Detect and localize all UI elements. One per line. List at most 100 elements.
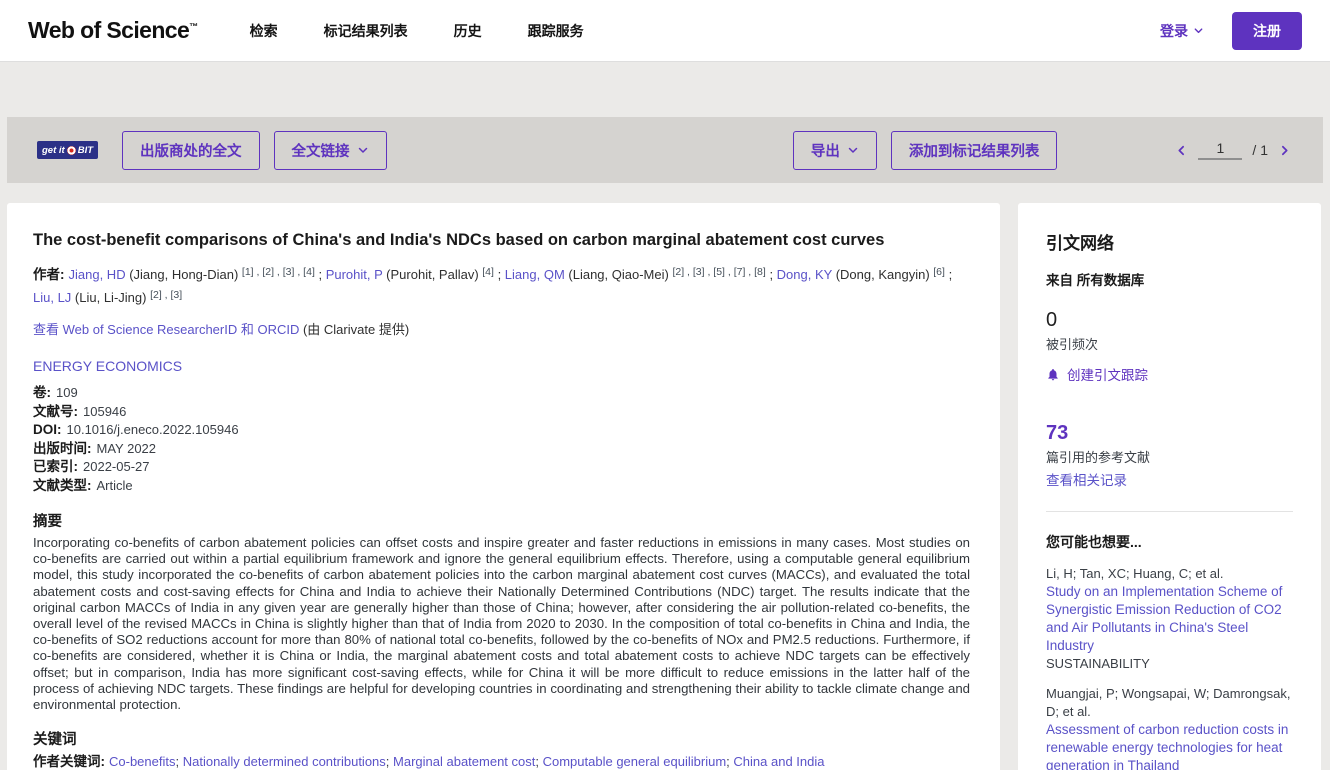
author-keyword-link[interactable]: Marginal abatement cost: [393, 754, 535, 769]
main-nav: 检索 标记结果列表 历史 跟踪服务: [250, 21, 584, 41]
suggestion-item: Li, H; Tan, XC; Huang, C; et al.Study on…: [1046, 565, 1293, 671]
author-link[interactable]: Purohit, P: [326, 267, 383, 282]
suggestion-title-link[interactable]: Assessment of carbon reduction costs in …: [1046, 721, 1293, 770]
previous-record-button[interactable]: [1175, 144, 1188, 157]
metadata-value: 2022-05-27: [83, 459, 150, 474]
full-text-links-button[interactable]: 全文链接: [274, 131, 387, 170]
nav-item-3[interactable]: 跟踪服务: [528, 21, 584, 41]
record-card: The cost-benefit comparisons of China's …: [7, 203, 1000, 770]
metadata-value: 10.1016/j.eneco.2022.105946: [67, 422, 239, 437]
nav-item-0[interactable]: 检索: [250, 21, 278, 41]
author-affiliation-sup: [6]: [933, 266, 945, 278]
metadata-label: 已索引:: [33, 459, 78, 474]
keywords-heading: 关键词: [33, 728, 970, 749]
add-to-marked-list-label: 添加到标记结果列表: [909, 140, 1040, 161]
citation-network-source: 来自 所有数据库: [1046, 269, 1293, 289]
add-to-marked-list-button[interactable]: 添加到标记结果列表: [891, 131, 1058, 170]
chevron-down-icon: [847, 144, 859, 156]
author-link[interactable]: Liu, LJ: [33, 290, 71, 305]
researcher-id-line: 查看 Web of Science ResearcherID 和 ORCID (…: [33, 319, 970, 338]
cited-references-count[interactable]: 73: [1046, 422, 1293, 445]
nav-item-1[interactable]: 标记结果列表: [324, 21, 408, 41]
metadata-label: 文献类型:: [33, 478, 92, 493]
suggestions-title: 您可能也想要...: [1046, 532, 1293, 552]
getit-prefix: get it: [42, 145, 65, 156]
create-citation-alert-link[interactable]: 创建引文跟踪: [1046, 364, 1293, 384]
article-title: The cost-benefit comparisons of China's …: [33, 231, 970, 250]
metadata-label: 文献号:: [33, 404, 78, 419]
author-affiliation-sup: [4]: [482, 266, 494, 278]
author-keywords-label: 作者关键词:: [33, 754, 105, 769]
nav-item-2[interactable]: 历史: [454, 21, 482, 41]
suggestion-authors: Muangjai, P; Wongsapai, W; Damrongsak, D…: [1046, 685, 1293, 721]
content-area: The cost-benefit comparisons of China's …: [7, 203, 1321, 770]
authors-label: 作者:: [33, 267, 65, 282]
keyword-separator: ;: [535, 754, 542, 769]
times-cited-count: 0: [1046, 309, 1293, 332]
metadata-row: 出版时间:MAY 2022: [33, 440, 970, 459]
cited-references-label: 篇引用的参考文献: [1046, 447, 1293, 466]
metadata-label: 出版时间:: [33, 441, 92, 456]
view-related-records-link[interactable]: 查看相关记录: [1046, 469, 1293, 489]
metadata-value: 105946: [83, 404, 126, 419]
bell-icon: [1046, 367, 1060, 382]
researcher-id-suffix: (由 Clarivate 提供): [303, 322, 409, 337]
getit-bit-badge[interactable]: get it BIT: [37, 141, 98, 159]
metadata-row: 文献号: 105946: [33, 403, 970, 422]
page-number-input[interactable]: [1198, 140, 1242, 160]
author-link[interactable]: Jiang, HD: [69, 267, 126, 282]
author-affiliation-sup: [1] , [2] , [3] , [4]: [242, 266, 315, 278]
trademark-symbol: ™: [189, 21, 197, 31]
suggestion-title-link[interactable]: Study on an Implementation Scheme of Syn…: [1046, 583, 1293, 655]
author-link[interactable]: Dong, KY: [777, 267, 832, 282]
getit-suffix: BIT: [78, 145, 93, 156]
toolbar-left: get it BIT 出版商处的全文 全文链接: [37, 131, 387, 170]
full-text-publisher-button[interactable]: 出版商处的全文: [122, 131, 260, 170]
author-keyword-link[interactable]: Co-benefits: [109, 754, 175, 769]
author-separator: ;: [494, 267, 505, 282]
author-separator: ;: [766, 267, 777, 282]
author-keyword-link[interactable]: Nationally determined contributions: [183, 754, 386, 769]
journal-link[interactable]: ENERGY ECONOMICS: [33, 358, 182, 374]
metadata-row: 文献类型:Article: [33, 477, 970, 496]
citation-network-card: 引文网络 来自 所有数据库 0 被引频次 创建引文跟踪 73 篇引用的参考文献 …: [1018, 203, 1321, 770]
author-keywords-list: Co-benefits; Nationally determined contr…: [109, 754, 824, 769]
top-header: Web of Science™ 检索 标记结果列表 历史 跟踪服务 登录 注册: [0, 0, 1330, 62]
chevron-left-icon: [1175, 144, 1188, 157]
metadata-row: DOI:10.1016/j.eneco.2022.105946: [33, 421, 970, 440]
author-keyword-link[interactable]: Computable general equilibrium: [543, 754, 727, 769]
keyword-separator: ;: [175, 754, 182, 769]
export-button[interactable]: 导出: [793, 131, 877, 170]
next-record-button[interactable]: [1278, 144, 1291, 157]
toolbar-right: 导出 添加到标记结果列表 / 1: [793, 131, 1293, 170]
author-fullname: (Purohit, Pallav): [383, 267, 483, 282]
author-link[interactable]: Liang, QM: [505, 267, 565, 282]
export-label: 导出: [811, 140, 840, 161]
suggestion-journal: SUSTAINABILITY: [1046, 656, 1293, 671]
author-separator: ;: [945, 267, 952, 282]
author-affiliation-sup: [2] , [3]: [150, 289, 182, 301]
metadata-value: 109: [56, 385, 78, 400]
author-fullname: (Jiang, Hong-Dian): [126, 267, 242, 282]
login-label: 登录: [1160, 21, 1188, 41]
authors-list: Jiang, HD (Jiang, Hong-Dian) [1] , [2] ,…: [33, 267, 952, 305]
login-menu[interactable]: 登录: [1160, 21, 1204, 41]
register-button[interactable]: 注册: [1232, 12, 1302, 50]
authors-line: 作者:Jiang, HD (Jiang, Hong-Dian) [1] , [2…: [33, 264, 970, 310]
full-text-publisher-label: 出版商处的全文: [140, 140, 242, 161]
keyword-separator: ;: [386, 754, 393, 769]
page-total: / 1: [1252, 142, 1268, 158]
record-toolbar: get it BIT 出版商处的全文 全文链接 导出 添加到标记结果列表 /: [7, 117, 1323, 183]
author-keyword-link[interactable]: China and India: [733, 754, 824, 769]
getit-dot-icon: [67, 146, 76, 155]
metadata-label: 卷:: [33, 385, 51, 400]
record-pager: / 1: [1175, 140, 1291, 160]
author-fullname: (Liang, Qiao-Mei): [565, 267, 673, 282]
webofscience-record-page: Web of Science™ 检索 标记结果列表 历史 跟踪服务 登录 注册 get…: [0, 0, 1330, 770]
abstract-text: Incorporating co-benefits of carbon abat…: [33, 535, 970, 713]
author-fullname: (Liu, Li-Jing): [71, 290, 150, 305]
researcher-id-link[interactable]: 查看 Web of Science ResearcherID 和 ORCID: [33, 322, 299, 337]
chevron-down-icon: [357, 144, 369, 156]
web-of-science-logo[interactable]: Web of Science™: [28, 17, 198, 44]
metadata-list: 卷: 109 文献号: 105946 DOI:10.1016/j.eneco.2022.…: [33, 384, 970, 495]
